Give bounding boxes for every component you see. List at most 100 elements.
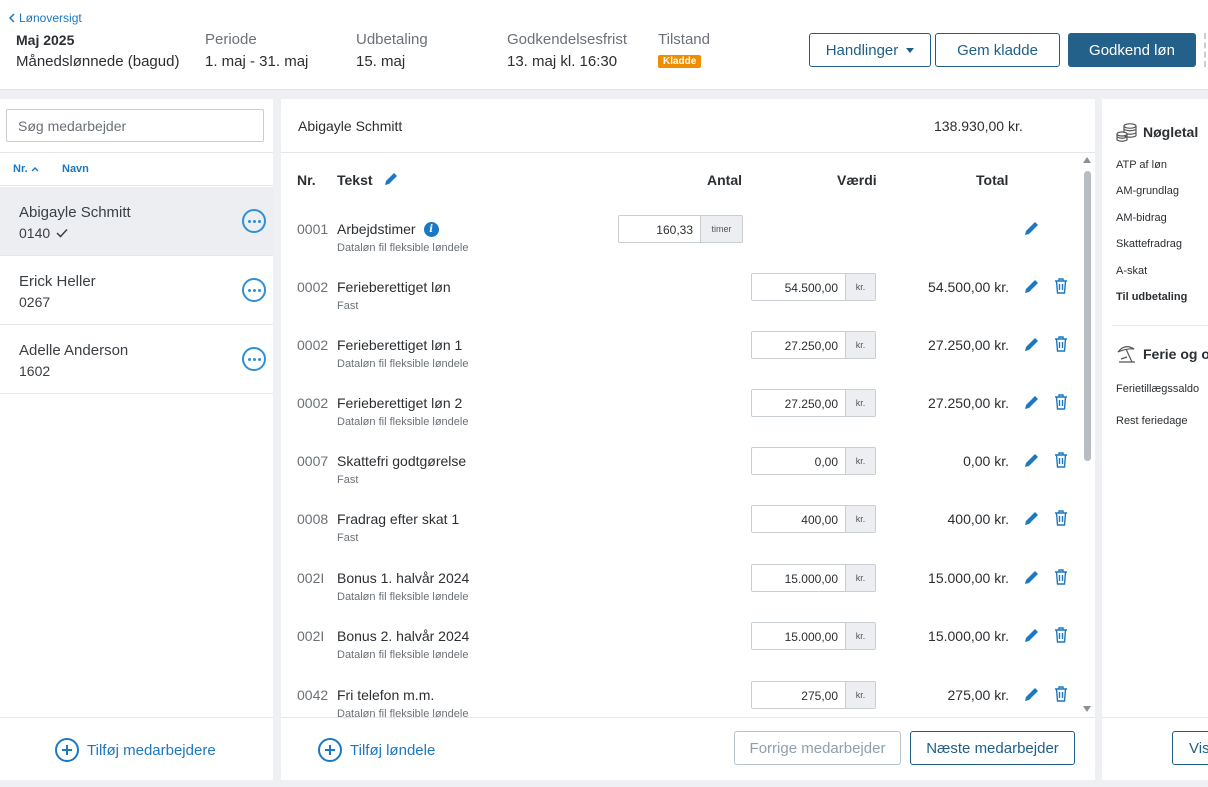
edit-pencil-icon[interactable] — [1023, 335, 1041, 353]
info-icon[interactable]: i — [423, 221, 439, 237]
detail-footer: Tilføj løndele Forrige medarbejder Næste… — [281, 717, 1095, 780]
next-employee-button[interactable]: Næste medarbejder — [910, 731, 1075, 765]
line-text: Fri telefon m.m. — [337, 687, 435, 703]
sort-by-name[interactable]: Navn — [62, 163, 89, 175]
edit-pencil-icon[interactable] — [1023, 568, 1041, 586]
value-amount: 27.250,00 — [784, 339, 838, 353]
edit-pencil-icon[interactable] — [1023, 509, 1041, 527]
previous-employee-button[interactable]: Forrige medarbejder — [734, 731, 901, 765]
edit-pencil-icon[interactable] — [1023, 277, 1041, 295]
line-number: 0008 — [297, 511, 329, 527]
divider — [1112, 325, 1208, 326]
sort-bar: Nr. Navn — [0, 152, 273, 186]
plus-circle-icon — [55, 738, 79, 762]
search-employee-input[interactable] — [6, 109, 264, 142]
value-input[interactable]: 0,00 kr. — [751, 447, 876, 475]
employee-item[interactable]: Erick Heller 0267 — [0, 256, 273, 325]
value-unit: kr. — [845, 623, 875, 649]
value-unit: kr. — [845, 565, 875, 591]
value-amount: 27.250,00 — [784, 397, 838, 411]
line-text-group: Skattefri godtgørelse — [337, 453, 466, 469]
employee-item[interactable]: Adelle Anderson 1602 — [0, 325, 273, 394]
show-button[interactable]: Vis — [1172, 731, 1208, 765]
add-employees-label: Tilføj medarbejdere — [87, 741, 216, 759]
edit-pencil-icon[interactable] — [1023, 451, 1041, 469]
trash-icon[interactable] — [1052, 393, 1070, 411]
sidebar-footer: Tilføj medarbejdere — [0, 717, 273, 780]
edit-pencil-icon[interactable] — [383, 171, 399, 187]
more-options-icon[interactable] — [242, 347, 266, 371]
more-options-icon[interactable] — [242, 209, 266, 233]
salary-line-row: 0001 Arbejdstimer i Dataløn fil fleksibl… — [281, 209, 1081, 267]
value-input[interactable]: 54.500,00 kr. — [751, 273, 876, 301]
save-draft-button[interactable]: Gem kladde — [935, 33, 1060, 67]
approve-payroll-button[interactable]: Godkend løn — [1068, 33, 1196, 67]
line-text: Arbejdstimer — [337, 221, 416, 237]
line-total: 15.000,00 kr. — [928, 570, 1009, 586]
period-info: Maj 2025 Månedslønnede (bagud) — [16, 31, 179, 71]
trash-icon[interactable] — [1052, 685, 1070, 703]
sort-nr-label: Nr. — [13, 163, 28, 175]
column-header-nr: Nr. — [297, 172, 316, 188]
value-unit: kr. — [845, 448, 875, 474]
line-total: 54.500,00 kr. — [928, 279, 1009, 295]
employee-number: 1602 — [19, 363, 51, 379]
trash-icon[interactable] — [1052, 626, 1070, 644]
column-header-value: Værdi — [837, 172, 877, 188]
line-source: Dataløn fil fleksible løndele — [337, 358, 469, 370]
line-number: 0001 — [297, 221, 329, 237]
employee-item[interactable]: Abigayle Schmitt 0140 — [0, 187, 273, 256]
add-employees-button[interactable]: Tilføj medarbejdere — [55, 738, 216, 762]
salary-line-row: 0002 Ferieberettiget løn 1 Dataløn fil f… — [281, 325, 1081, 383]
trash-icon[interactable] — [1052, 451, 1070, 469]
edit-pencil-icon[interactable] — [1023, 685, 1041, 703]
quantity-input[interactable]: 160,33 timer — [618, 215, 743, 243]
line-text-group: Fri telefon m.m. — [337, 687, 434, 703]
employee-name: Abigayle Schmitt — [19, 204, 131, 221]
value-input[interactable]: 27.250,00 kr. — [751, 331, 876, 359]
value-input[interactable]: 15.000,00 kr. — [751, 622, 876, 650]
value-input[interactable]: 275,00 kr. — [751, 681, 876, 709]
header-overflow-button[interactable] — [1204, 33, 1208, 67]
status-label: Tilstand — [658, 31, 710, 48]
value-input[interactable]: 400,00 kr. — [751, 505, 876, 533]
sort-asc-icon — [31, 167, 39, 172]
value-input[interactable]: 27.250,00 kr. — [751, 389, 876, 417]
line-text: Ferieberettiget løn 2 — [337, 395, 463, 411]
key-figure-label: A-skat — [1116, 265, 1148, 277]
edit-pencil-icon[interactable] — [1023, 626, 1041, 644]
edit-pencil-icon[interactable] — [1023, 393, 1041, 411]
chevron-left-icon — [8, 13, 15, 23]
trash-icon[interactable] — [1052, 277, 1070, 295]
line-total: 27.250,00 kr. — [928, 337, 1009, 353]
scroll-up-arrow-icon[interactable] — [1083, 157, 1091, 163]
value-amount: 0,00 — [814, 455, 838, 469]
value-input[interactable]: 15.000,00 kr. — [751, 564, 876, 592]
periode-value: 1. maj - 31. maj — [205, 53, 309, 70]
trash-icon[interactable] — [1052, 509, 1070, 527]
add-salary-line-button[interactable]: Tilføj løndele — [318, 738, 435, 762]
line-text-group: Ferieberettiget løn 2 — [337, 395, 462, 411]
key-figure-label: Skattefradrag — [1116, 238, 1183, 250]
payroll-detail-panel: Abigayle Schmitt 138.930,00 kr. Nr. Teks… — [281, 99, 1095, 780]
line-source: Dataløn fil fleksible løndele — [337, 242, 469, 254]
scrollbar-thumb[interactable] — [1084, 171, 1091, 461]
key-figure-label: AM-bidrag — [1116, 212, 1167, 224]
back-link[interactable]: Lønoversigt — [8, 11, 82, 25]
sort-by-number[interactable]: Nr. — [13, 163, 39, 175]
employee-summary: Abigayle Schmitt 138.930,00 kr. — [281, 99, 1095, 153]
status-info: Tilstand Kladde — [658, 31, 710, 68]
value-amount: 15.000,00 — [784, 572, 838, 586]
line-total: 27.250,00 kr. — [928, 395, 1009, 411]
page-header: Lønoversigt Maj 2025 Månedslønnede (bagu… — [0, 0, 1208, 90]
scroll-down-arrow-icon[interactable] — [1083, 706, 1091, 712]
edit-pencil-icon[interactable] — [1023, 219, 1041, 237]
more-options-icon[interactable] — [242, 278, 266, 302]
plus-circle-icon — [318, 738, 342, 762]
line-source: Dataløn fil fleksible løndele — [337, 416, 469, 428]
trash-icon[interactable] — [1052, 335, 1070, 353]
line-text-group: Arbejdstimer i — [337, 221, 439, 237]
trash-icon[interactable] — [1052, 568, 1070, 586]
line-text: Skattefri godtgørelse — [337, 453, 467, 469]
actions-dropdown-button[interactable]: Handlinger — [809, 33, 931, 67]
